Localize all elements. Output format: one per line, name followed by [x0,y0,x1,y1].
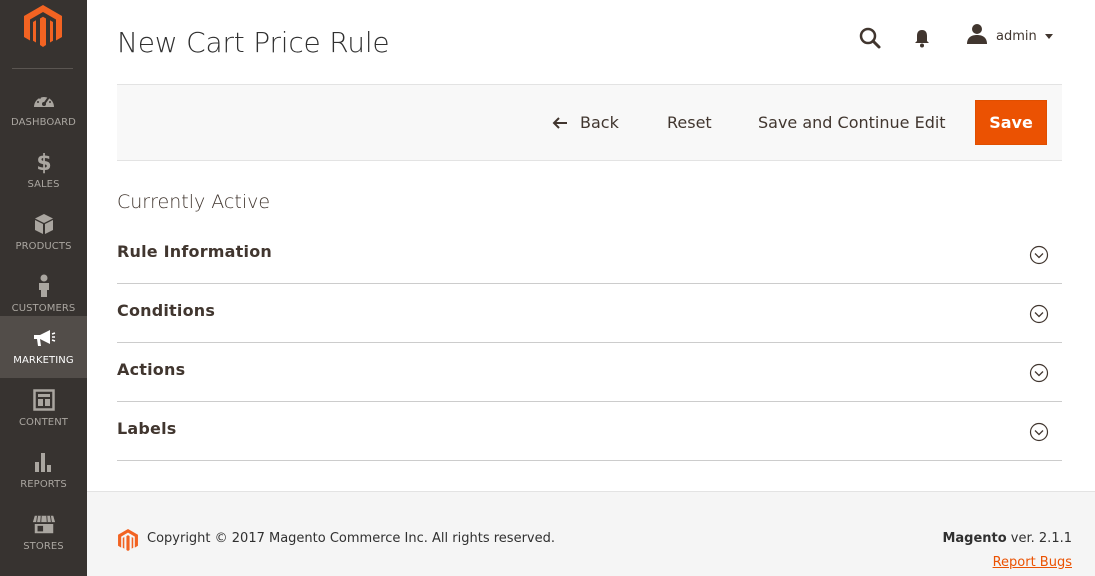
back-button-label: Back [580,113,619,132]
expand-chevron-icon[interactable] [1029,422,1049,442]
layout-icon [32,388,56,412]
person-icon [32,274,56,298]
page-footer: Copyright © 2017 Magento Commerce Inc. A… [87,491,1095,576]
expand-chevron-icon[interactable] [1029,245,1049,265]
save-and-continue-button[interactable]: Save and Continue Edit [758,113,946,132]
sidebar-item-marketing[interactable]: MARKETING [0,316,87,378]
sidebar-item-label: PRODUCTS [15,241,72,252]
user-name: admin [996,28,1037,44]
sidebar-item-products[interactable]: PRODUCTS [0,202,87,264]
section-title: Conditions [117,301,216,320]
admin-sidebar: DASHBOARD $ SALES PRODUCTS CUSTOMERS MAR… [0,0,87,576]
dashboard-gauge-icon [32,88,56,112]
section-rule-information[interactable]: Rule Information [117,225,1062,284]
sidebar-item-label: STORES [23,541,64,552]
save-button[interactable]: Save [975,100,1047,145]
sidebar-divider [12,68,73,69]
search-icon[interactable] [858,26,882,50]
page-title: New Cart Price Rule [117,26,390,59]
magento-logo-icon [117,528,139,552]
user-icon [966,23,988,50]
bar-chart-icon [32,450,56,474]
report-bugs-link[interactable]: Report Bugs [993,555,1072,570]
version-text: Magento ver. 2.1.1 [942,531,1072,546]
sidebar-item-dashboard[interactable]: DASHBOARD [0,78,87,140]
page-actions-toolbar: Back Reset Save and Continue Edit Save [117,84,1062,161]
arrow-left-icon [552,116,567,129]
version-number: ver. 2.1.1 [1006,531,1072,546]
bell-icon[interactable] [911,27,933,49]
svg-text:$: $ [36,151,51,174]
reset-button[interactable]: Reset [667,113,712,132]
copyright-text: Copyright © 2017 Magento Commerce Inc. A… [147,531,555,546]
back-button[interactable]: Back [552,113,619,132]
section-title: Labels [117,419,177,438]
sidebar-item-label: SALES [27,179,60,190]
section-actions[interactable]: Actions [117,343,1062,402]
sidebar-item-label: DASHBOARD [10,117,76,128]
megaphone-icon [32,326,56,350]
sidebar-item-label: MARKETING [13,355,74,366]
brand-name: Magento [942,531,1007,546]
sidebar-item-label: REPORTS [20,479,67,490]
section-labels[interactable]: Labels [117,402,1062,461]
sidebar-item-stores[interactable]: STORES [0,502,87,564]
box-icon [32,212,56,236]
dollar-icon: $ [32,150,56,174]
section-conditions[interactable]: Conditions [117,284,1062,343]
expand-chevron-icon[interactable] [1029,363,1049,383]
section-title: Rule Information [117,242,272,261]
sidebar-item-label: CONTENT [18,417,69,428]
sidebar-item-content[interactable]: CONTENT [0,378,87,440]
section-title: Actions [117,360,186,379]
chevron-down-icon [1044,33,1053,39]
sidebar-item-reports[interactable]: REPORTS [0,440,87,502]
rule-status-title: Currently Active [117,191,271,213]
magento-logo-icon[interactable] [22,4,64,48]
user-menu[interactable]: admin [966,23,1053,50]
sidebar-item-label: CUSTOMERS [11,303,76,314]
sidebar-item-sales[interactable]: $ SALES [0,140,87,202]
store-icon [32,512,56,536]
expand-chevron-icon[interactable] [1029,304,1049,324]
